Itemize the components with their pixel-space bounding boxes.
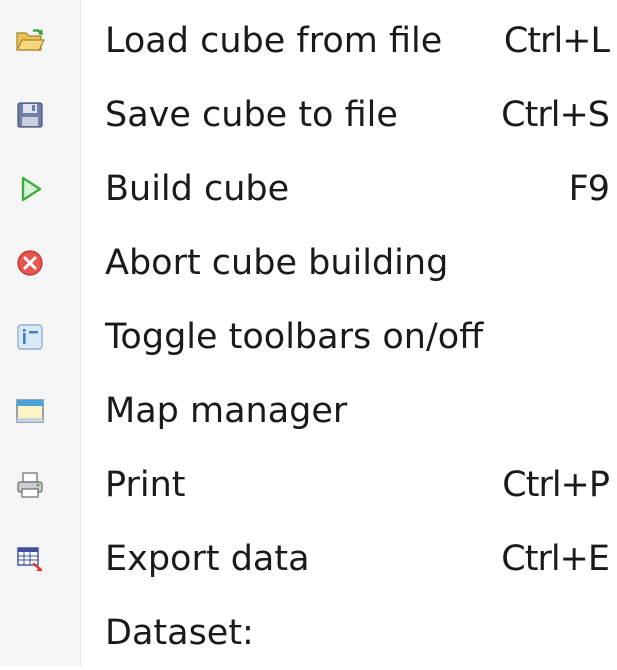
menu-item-label: Load cube from file (105, 21, 443, 61)
menu-item-load-cube[interactable]: Load cube from file Ctrl+L (0, 4, 617, 78)
menu-item-print[interactable]: Print Ctrl+P (0, 448, 617, 522)
menu-item-export-data[interactable]: Export data Ctrl+E (0, 522, 617, 596)
menu-item-abort-building[interactable]: Abort cube building (0, 226, 617, 300)
context-menu: Load cube from file Ctrl+L Save cube to … (0, 0, 617, 666)
menu-item-shortcut: Ctrl+S (501, 95, 610, 135)
menu-item-shortcut: Ctrl+L (503, 21, 610, 61)
menu-item-label: Build cube (105, 169, 290, 209)
menu-item-save-cube[interactable]: Save cube to file Ctrl+S (0, 78, 617, 152)
menu-item-label: Save cube to file (105, 95, 398, 135)
export-grid-icon (15, 544, 45, 574)
toolbar-toggle-icon (15, 322, 45, 352)
menu-item-label: Map manager (105, 391, 348, 431)
play-triangle-icon (15, 174, 45, 204)
menu-item-label: Print (105, 465, 186, 505)
menu-item-label: Abort cube building (105, 243, 449, 283)
menu-item-dataset[interactable]: Dataset: (0, 596, 617, 670)
menu-item-label: Dataset: (105, 613, 254, 653)
menu-item-toggle-toolbars[interactable]: Toggle toolbars on/off (0, 300, 617, 374)
abort-cross-icon (15, 248, 45, 278)
menu-item-map-manager[interactable]: Map manager (0, 374, 617, 448)
menu-item-shortcut: Ctrl+P (502, 465, 610, 505)
menu-item-shortcut: Ctrl+E (501, 539, 610, 579)
menu-item-label: Toggle toolbars on/off (105, 317, 484, 357)
window-icon (15, 396, 45, 426)
menu-item-build-cube[interactable]: Build cube F9 (0, 152, 617, 226)
save-disk-icon (15, 100, 45, 130)
menu-item-label: Export data (105, 539, 310, 579)
menu-item-shortcut: F9 (568, 169, 610, 209)
printer-icon (15, 470, 45, 500)
open-folder-icon (15, 26, 45, 56)
